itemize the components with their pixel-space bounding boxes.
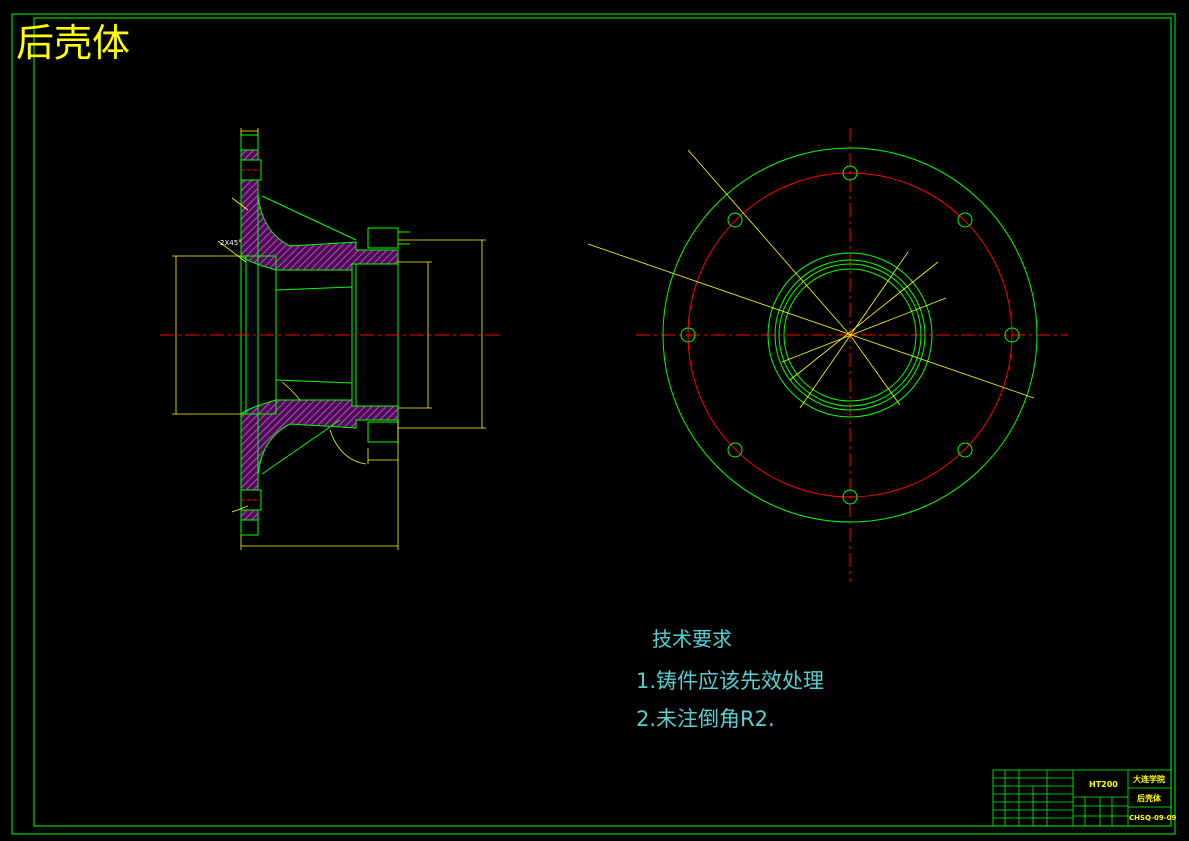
right-boss-top (367, 227, 399, 249)
outer-border (11, 13, 1176, 835)
chamfer-label: 2X45° (220, 239, 242, 247)
material-label: HT200 (1089, 780, 1118, 789)
right-boss-bottom (367, 421, 399, 443)
drawing-number-label: CHSQ-09-09 (1129, 814, 1177, 822)
cad-drawing-canvas: 后壳体 2X45° 技术要求 1.铸件应该先效处理 2.未注倒角R2. HT20… (11, 13, 1177, 835)
school-label: 大连学院 (1133, 774, 1165, 784)
note-2: 2.未注倒角R2. (636, 707, 775, 731)
section-view: 2X45° (160, 128, 500, 550)
part-name-label: 后壳体 (1137, 793, 1162, 803)
drawing-title: 后壳体 (16, 21, 130, 65)
notes-heading: 技术要求 (652, 627, 732, 651)
section-hatch-top (240, 149, 399, 271)
note-1: 1.铸件应该先效处理 (636, 669, 824, 693)
front-view (587, 128, 1068, 582)
inner-frame (33, 17, 1172, 827)
